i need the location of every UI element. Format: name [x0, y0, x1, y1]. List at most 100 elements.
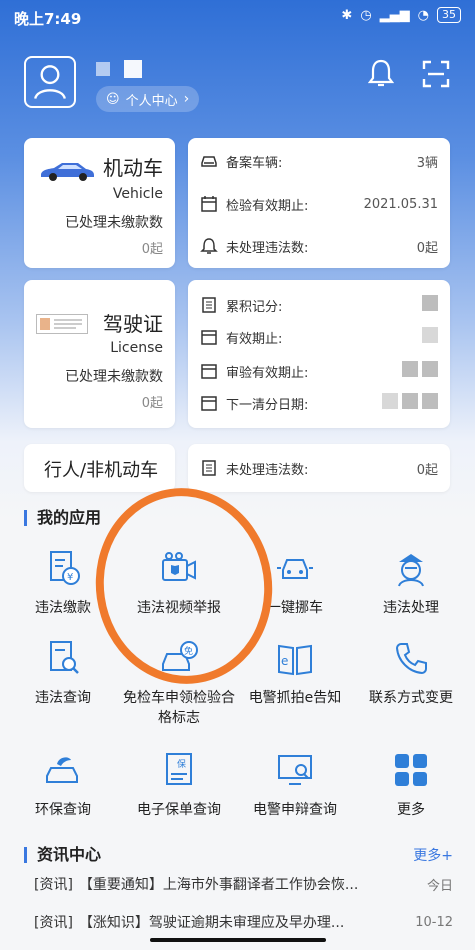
- app-label: 电警申辩查询: [253, 802, 337, 818]
- masked-value: [418, 327, 438, 347]
- appeal-icon: [278, 755, 312, 785]
- license-title: 驾驶证: [103, 312, 163, 336]
- row-value: 0起: [416, 240, 438, 256]
- masked-value: [398, 361, 438, 381]
- news-text: 【涨知识】驾驶证逾期未审理应及早办理...: [78, 915, 345, 931]
- row-label: 累积记分:: [226, 299, 283, 315]
- app-label: 违法查询: [35, 690, 91, 706]
- scan-icon[interactable]: [422, 60, 450, 88]
- vehicle-info-row: 备案车辆: 3辆: [200, 150, 438, 172]
- signal-icon: ▂▄▆: [379, 7, 410, 23]
- vehicle-subtitle: Vehicle: [112, 186, 163, 202]
- row-label: 检验有效期止:: [226, 198, 309, 214]
- avatar[interactable]: [24, 56, 76, 108]
- phone-icon: [395, 643, 427, 675]
- document-icon: [202, 460, 216, 476]
- vehicle-info-card[interactable]: 备案车辆: 3辆 检验有效期止: 2021.05.31 未处理违法数: 0起: [188, 138, 450, 268]
- row-label: 未处理违法数:: [226, 240, 309, 256]
- e-notice-icon: e: [278, 644, 312, 676]
- vehicle-info-row: 未处理违法数: 0起: [200, 235, 438, 257]
- car-image: [41, 163, 94, 181]
- license-info-row: 累积记分:: [200, 294, 438, 316]
- app-label: 免检车申领检验合格标志: [123, 690, 235, 726]
- query-icon: [50, 641, 79, 674]
- status-icons: ✱ ◷ ▂▄▆ ◔ 35: [341, 7, 461, 23]
- vehicle-title: 机动车: [103, 156, 163, 180]
- row-label: 备案车辆:: [226, 155, 283, 171]
- svg-text:保: 保: [177, 758, 186, 770]
- license-card[interactable]: 驾驶证 License 已处理未缴款数 0起: [24, 280, 175, 428]
- document-icon: [202, 297, 216, 313]
- eco-car-icon: [46, 757, 78, 783]
- news-date: 10-12: [415, 914, 453, 930]
- license-image: [36, 314, 88, 334]
- app-label: 电警抓拍e告知: [248, 690, 342, 706]
- app-insurance-query[interactable]: 保 电子保单查询: [120, 750, 238, 820]
- app-label: 环保查询: [35, 802, 91, 818]
- row-value: 2021.05.31: [363, 196, 438, 212]
- license-subtitle: License: [110, 340, 163, 356]
- wifi-icon: ◔: [417, 7, 429, 23]
- license-info-row: 审验有效期止:: [200, 360, 438, 382]
- news-title: 资讯中心: [24, 847, 101, 863]
- masked-value: [418, 295, 438, 315]
- row-label: 有效期止:: [226, 331, 283, 347]
- app-eco-query[interactable]: 环保查询: [4, 750, 122, 820]
- license-pending-value: 0起: [141, 396, 163, 411]
- notification-bell-icon[interactable]: [368, 58, 394, 88]
- license-info-card[interactable]: 累积记分: 有效期止: 审验有效期止: 下一清分日期:: [188, 280, 450, 428]
- app-violation-query[interactable]: 违法查询: [4, 638, 122, 708]
- insurance-icon: 保: [166, 753, 192, 785]
- alarm-icon: ◷: [360, 7, 372, 23]
- app-label: 更多: [397, 802, 425, 818]
- personal-center-label: 个人中心: [125, 93, 178, 109]
- calendar-icon: [201, 196, 217, 212]
- row-value: 0起: [416, 462, 438, 478]
- app-label: 违法处理: [383, 600, 439, 616]
- row-label: 审验有效期止:: [226, 365, 309, 381]
- personal-center-button[interactable]: ☺ 个人中心 ›: [96, 86, 200, 112]
- pedestrian-info-row: 未处理违法数: 0起: [200, 457, 438, 479]
- calendar-icon: [201, 330, 217, 345]
- news-more-link[interactable]: 更多+: [413, 845, 453, 865]
- pedestrian-title: 行人/非机动车: [44, 460, 159, 481]
- news-item[interactable]: [资讯] 【重要通知】上海市外事翻译者工作协会恢... 今日: [34, 872, 453, 896]
- bell-icon: [200, 238, 218, 254]
- user-icon: [34, 65, 66, 100]
- news-tag: [资讯]: [34, 915, 73, 931]
- payment-icon: ¥: [50, 551, 80, 585]
- chevron-right-icon: ›: [183, 91, 190, 107]
- news-date: 今日: [426, 878, 453, 894]
- username-mask: [96, 62, 110, 76]
- app-contact-change[interactable]: 联系方式变更: [352, 638, 470, 708]
- news-item[interactable]: [资讯] 【涨知识】驾驶证逾期未审理应及早办理... 10-12: [34, 910, 453, 934]
- license-info-row: 有效期止:: [200, 326, 438, 348]
- row-label: 未处理违法数:: [226, 462, 309, 478]
- app-violation-handling[interactable]: 违法处理: [352, 548, 470, 618]
- battery-icon: 35: [437, 7, 461, 23]
- my-apps-title: 我的应用: [24, 510, 101, 526]
- more-grid-icon: [395, 754, 427, 786]
- app-label: 联系方式变更: [369, 690, 453, 706]
- app-label: 电子保单查询: [137, 802, 221, 818]
- news-tag: [资讯]: [34, 877, 73, 893]
- svg-text:e: e: [281, 654, 288, 668]
- row-value: 3辆: [416, 155, 438, 171]
- app-e-notice[interactable]: e 电警抓拍e告知: [236, 638, 354, 708]
- police-icon: [398, 554, 424, 587]
- vehicle-pending-value: 0起: [141, 242, 163, 257]
- vehicle-pending-label: 已处理未缴款数: [65, 215, 163, 231]
- row-label: 下一清分日期:: [226, 397, 309, 413]
- news-text: 【重要通知】上海市外事翻译者工作协会恢...: [78, 877, 359, 893]
- pedestrian-info-card[interactable]: 未处理违法数: 0起: [188, 444, 450, 492]
- masked-value: [378, 393, 438, 413]
- smile-icon: ☺: [106, 91, 120, 107]
- license-pending-label: 已处理未缴款数: [65, 369, 163, 385]
- home-indicator[interactable]: [150, 938, 326, 942]
- vehicle-card[interactable]: 机动车 Vehicle 已处理未缴款数 0起: [24, 138, 175, 268]
- calendar-icon: [201, 364, 217, 379]
- pedestrian-card[interactable]: 行人/非机动车: [24, 444, 175, 492]
- app-appeal-query[interactable]: 电警申辩查询: [236, 750, 354, 820]
- app-more[interactable]: 更多: [352, 750, 470, 820]
- license-info-row: 下一清分日期:: [200, 392, 438, 414]
